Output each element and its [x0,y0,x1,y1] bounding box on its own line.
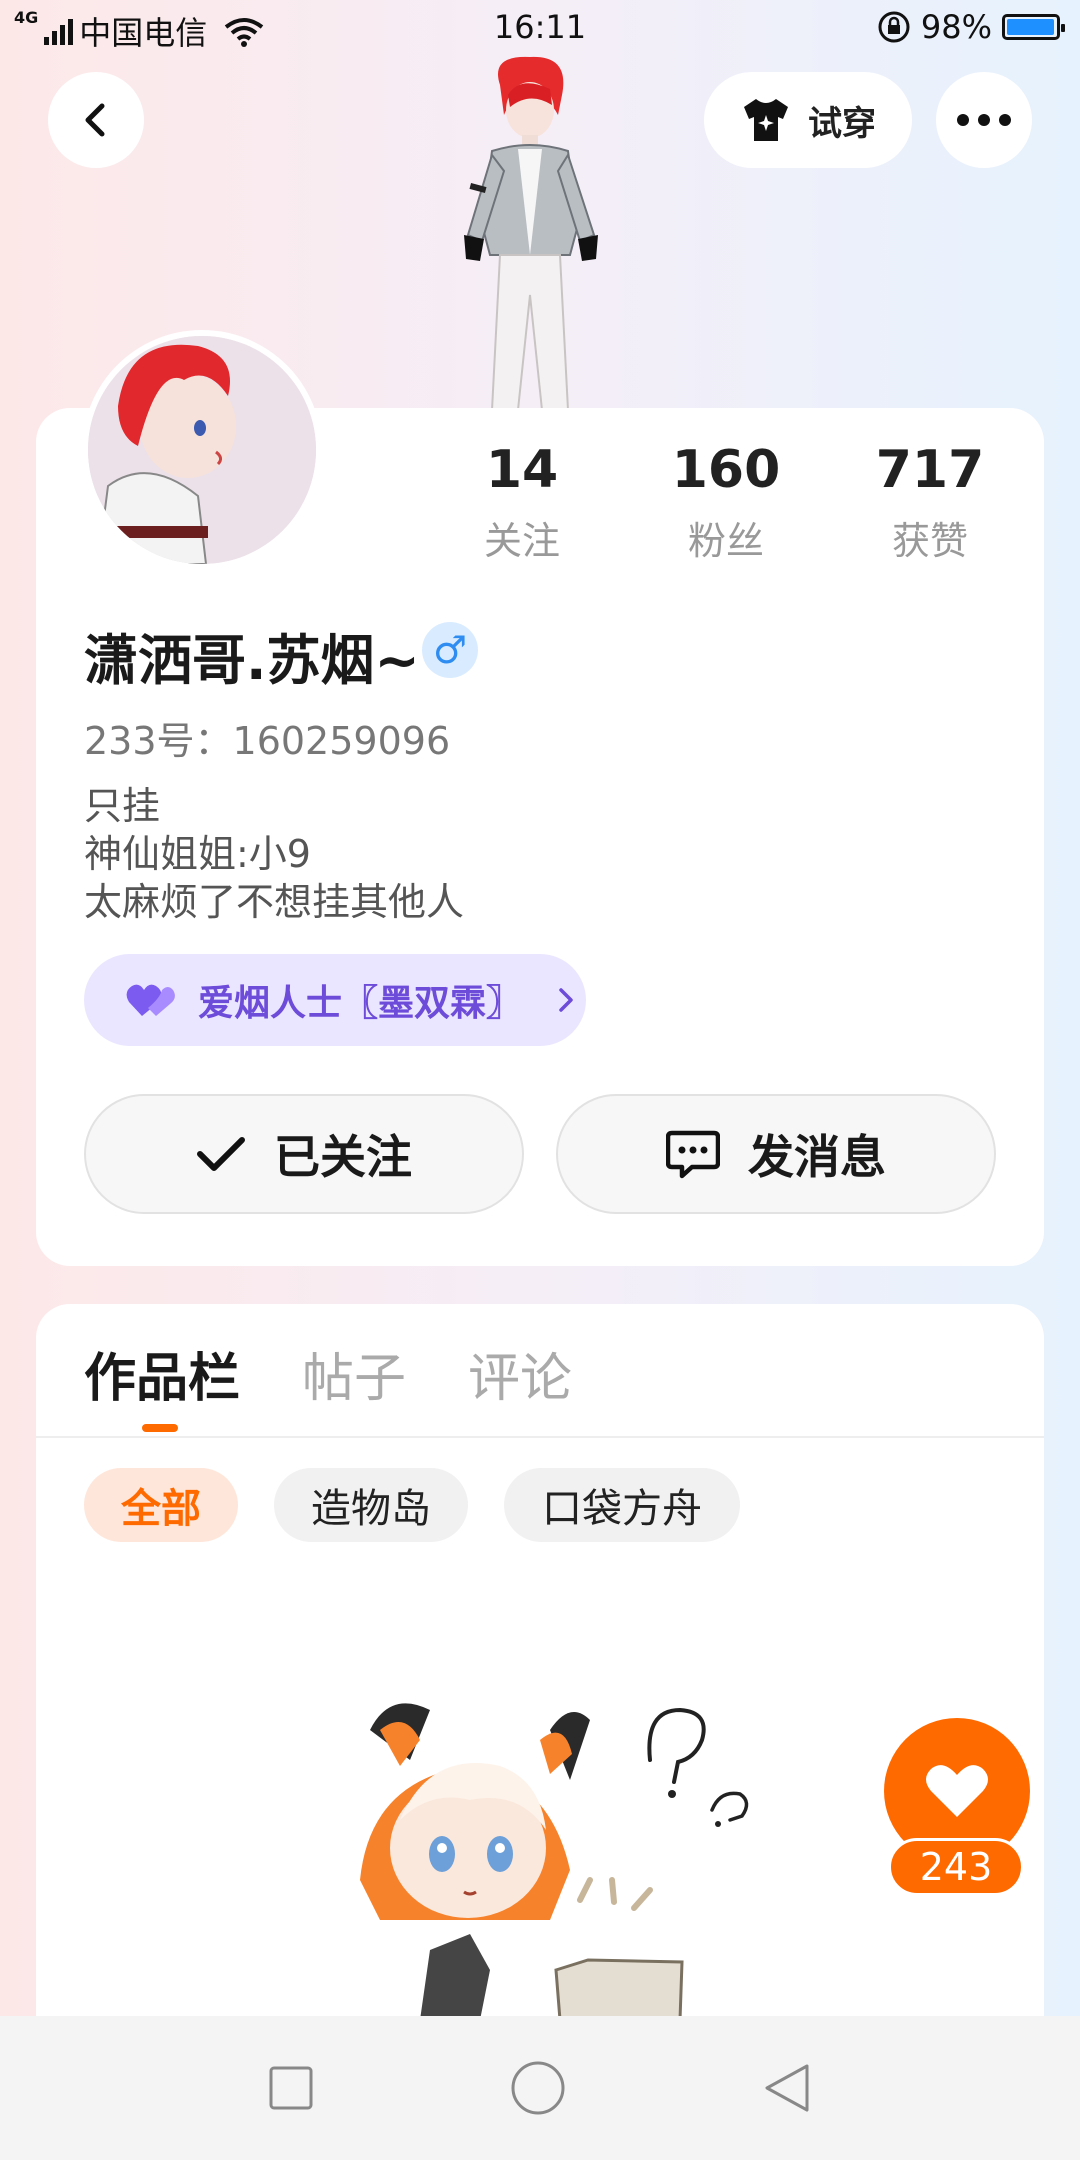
tab-posts[interactable]: 帖子 [302,1336,406,1411]
stat-followers-label: 粉丝 [687,519,764,563]
chat-bubble-icon [666,1130,720,1179]
character-model[interactable] [430,55,630,410]
send-message-button[interactable]: 发消息 [556,1094,996,1214]
stat-likes-label: 获赞 [891,519,968,563]
empty-state-illustration [360,1703,749,2020]
double-heart-icon [126,984,175,1016]
content-tabs: 作品栏 帖子 评论 [84,1336,572,1411]
bio-line: 神仙姐姐:小9 [84,832,311,876]
battery-fill [1007,19,1055,35]
like-count: 243 [888,1838,1024,1896]
home-icon[interactable] [510,2060,566,2116]
stat-following-label: 关注 [483,519,560,563]
tabs-divider [36,1436,1044,1438]
user-bio: 只挂 神仙姐姐:小9 太麻烦了不想挂其他人 [84,782,464,926]
battery-icon [1002,14,1065,40]
user-name: 潇洒哥.苏烟~ [84,629,420,692]
try-on-button[interactable]: 试穿 [704,72,912,168]
status-bar: 4G 中国电信 16:11 98% [0,0,1080,56]
tab-comments[interactable]: 评论 [468,1336,572,1411]
tab-indicator [142,1424,178,1432]
stat-following-value: 14 [485,440,559,500]
filter-creation-island[interactable]: 造物岛 [274,1468,468,1542]
status-right: 98% [877,8,1065,46]
back-nav-icon[interactable] [761,2060,813,2116]
stat-followers-value: 160 [671,440,781,500]
more-icon [957,114,1011,126]
following-label: 已关注 [274,1130,412,1184]
try-on-label: 试穿 [808,103,876,144]
chevron-right-icon [559,988,573,1012]
stat-following[interactable]: 14 关注 [422,440,622,565]
battery-percent: 98% [920,8,992,46]
avatar-image [88,336,316,564]
avatar[interactable] [82,330,322,570]
stat-followers[interactable]: 160 粉丝 [626,440,826,565]
gender-male-icon: ♂ [422,622,478,678]
filter-pocket-ark[interactable]: 口袋方舟 [504,1468,740,1542]
stat-likes[interactable]: 717 获赞 [830,440,1030,565]
heart-icon [926,1765,988,1817]
shirt-icon [744,99,788,141]
bio-line: 只挂 [84,784,161,828]
recent-apps-icon[interactable] [267,2064,315,2112]
check-icon [197,1137,245,1171]
more-button[interactable] [936,72,1032,168]
following-button[interactable]: 已关注 [84,1094,524,1214]
chevron-left-icon [85,103,105,137]
tab-works[interactable]: 作品栏 [84,1336,240,1411]
filter-all[interactable]: 全部 [84,1468,238,1542]
stat-likes-value: 717 [875,440,985,500]
navigation-bar [0,2016,1080,2160]
bio-line: 太麻烦了不想挂其他人 [84,880,465,924]
rotation-lock-icon [878,11,910,43]
send-message-label: 发消息 [748,1130,886,1184]
user-id: 233号：160259096 [84,719,451,763]
badge-label: 爱烟人士〖墨双霖〗 [198,983,523,1024]
relationship-badge[interactable]: 爱烟人士〖墨双霖〗 [84,954,586,1046]
back-button[interactable] [48,72,144,168]
